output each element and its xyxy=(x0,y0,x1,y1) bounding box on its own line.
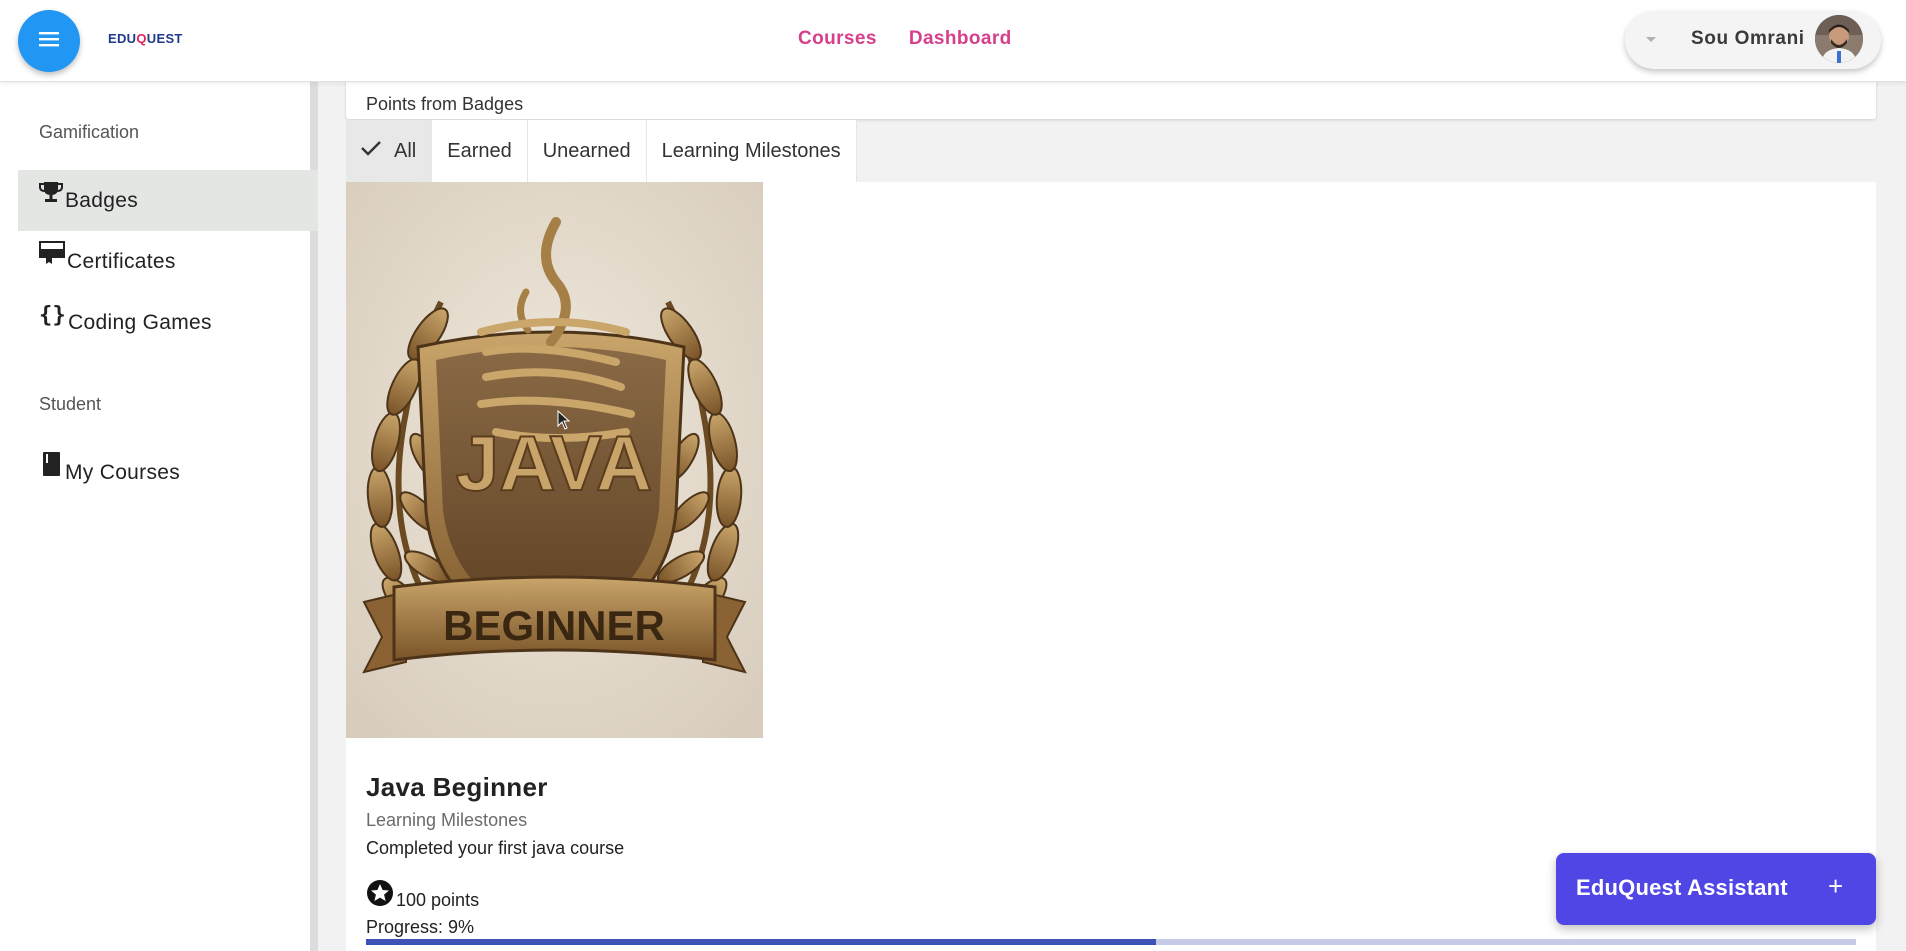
sidebar-item-label: My Courses xyxy=(65,460,181,484)
badge-progress-label: Progress: 9% xyxy=(366,917,475,937)
sidebar-item-my-courses[interactable]: My Courses xyxy=(18,442,318,503)
user-name: Sou Omrani xyxy=(1691,28,1805,49)
badge-card[interactable]: JAVA BEGINNER Java Beginner Learning Mil… xyxy=(346,182,1876,951)
points-from-badges-label: Points from Badges xyxy=(366,94,524,114)
sidebar-item-label: Coding Games xyxy=(68,310,212,334)
badge-progress-fill xyxy=(366,939,1156,945)
mouse-cursor-icon xyxy=(557,409,571,435)
sidebar-section-gamification: Gamification xyxy=(39,122,140,142)
badge-title: Java Beginner xyxy=(366,772,548,802)
badge-image-ribbon-text: BEGINNER xyxy=(443,602,665,649)
assistant-button[interactable]: EduQuest Assistant + xyxy=(1556,853,1876,925)
badge-description: Completed your first java course xyxy=(366,838,625,858)
tab-unearned[interactable]: Unearned xyxy=(528,120,647,182)
chevron-down-icon xyxy=(1646,37,1656,42)
avatar[interactable] xyxy=(1815,15,1863,63)
trophy-icon xyxy=(39,181,63,209)
sidebar-item-label: Badges xyxy=(65,188,139,212)
badge-image: JAVA BEGINNER xyxy=(346,182,763,738)
plus-icon: + xyxy=(1828,871,1844,901)
badge-points-value: 100 points xyxy=(396,890,480,910)
badge-image-java-text: JAVA xyxy=(456,419,653,507)
star-circle-icon xyxy=(366,879,394,912)
hamburger-icon xyxy=(37,29,61,54)
book-icon xyxy=(39,451,63,483)
top-app-bar: EDUQUEST Courses Dashboard Sou Omrani xyxy=(0,0,1906,82)
badge-filter-tabs: All Earned Unearned Learning Milestones xyxy=(346,120,857,182)
sidebar: Gamification Badges Certificates {} Codi… xyxy=(0,81,318,951)
menu-button[interactable] xyxy=(18,10,80,72)
tab-all[interactable]: All xyxy=(346,120,433,182)
code-braces-icon: {} xyxy=(39,303,67,328)
main-content: Points from Badges All Earned Unearned L… xyxy=(318,81,1906,951)
nav-dashboard-link[interactable]: Dashboard xyxy=(909,28,1012,50)
app-logo[interactable]: EDUQUEST xyxy=(108,31,183,46)
sidebar-item-label: Certificates xyxy=(67,249,176,273)
sidebar-item-badges[interactable]: Badges xyxy=(18,170,318,231)
top-navigation: Courses Dashboard xyxy=(798,28,1012,50)
points-summary-card: Points from Badges xyxy=(346,81,1876,119)
assistant-label: EduQuest Assistant xyxy=(1576,875,1788,900)
badge-points: 100 points xyxy=(366,879,479,912)
sidebar-section-student: Student xyxy=(39,394,102,414)
badge-category: Learning Milestones xyxy=(366,810,528,830)
sidebar-item-certificates[interactable]: Certificates xyxy=(18,231,318,292)
certificate-icon xyxy=(39,240,65,271)
tab-earned[interactable]: Earned xyxy=(432,120,528,182)
nav-courses-link[interactable]: Courses xyxy=(798,28,877,50)
tab-learning-milestones[interactable]: Learning Milestones xyxy=(647,120,857,182)
check-icon xyxy=(360,139,382,163)
badge-progress-bar xyxy=(366,939,1856,945)
user-menu[interactable]: Sou Omrani xyxy=(1625,11,1881,69)
sidebar-item-coding-games[interactable]: {} Coding Games xyxy=(18,292,318,353)
